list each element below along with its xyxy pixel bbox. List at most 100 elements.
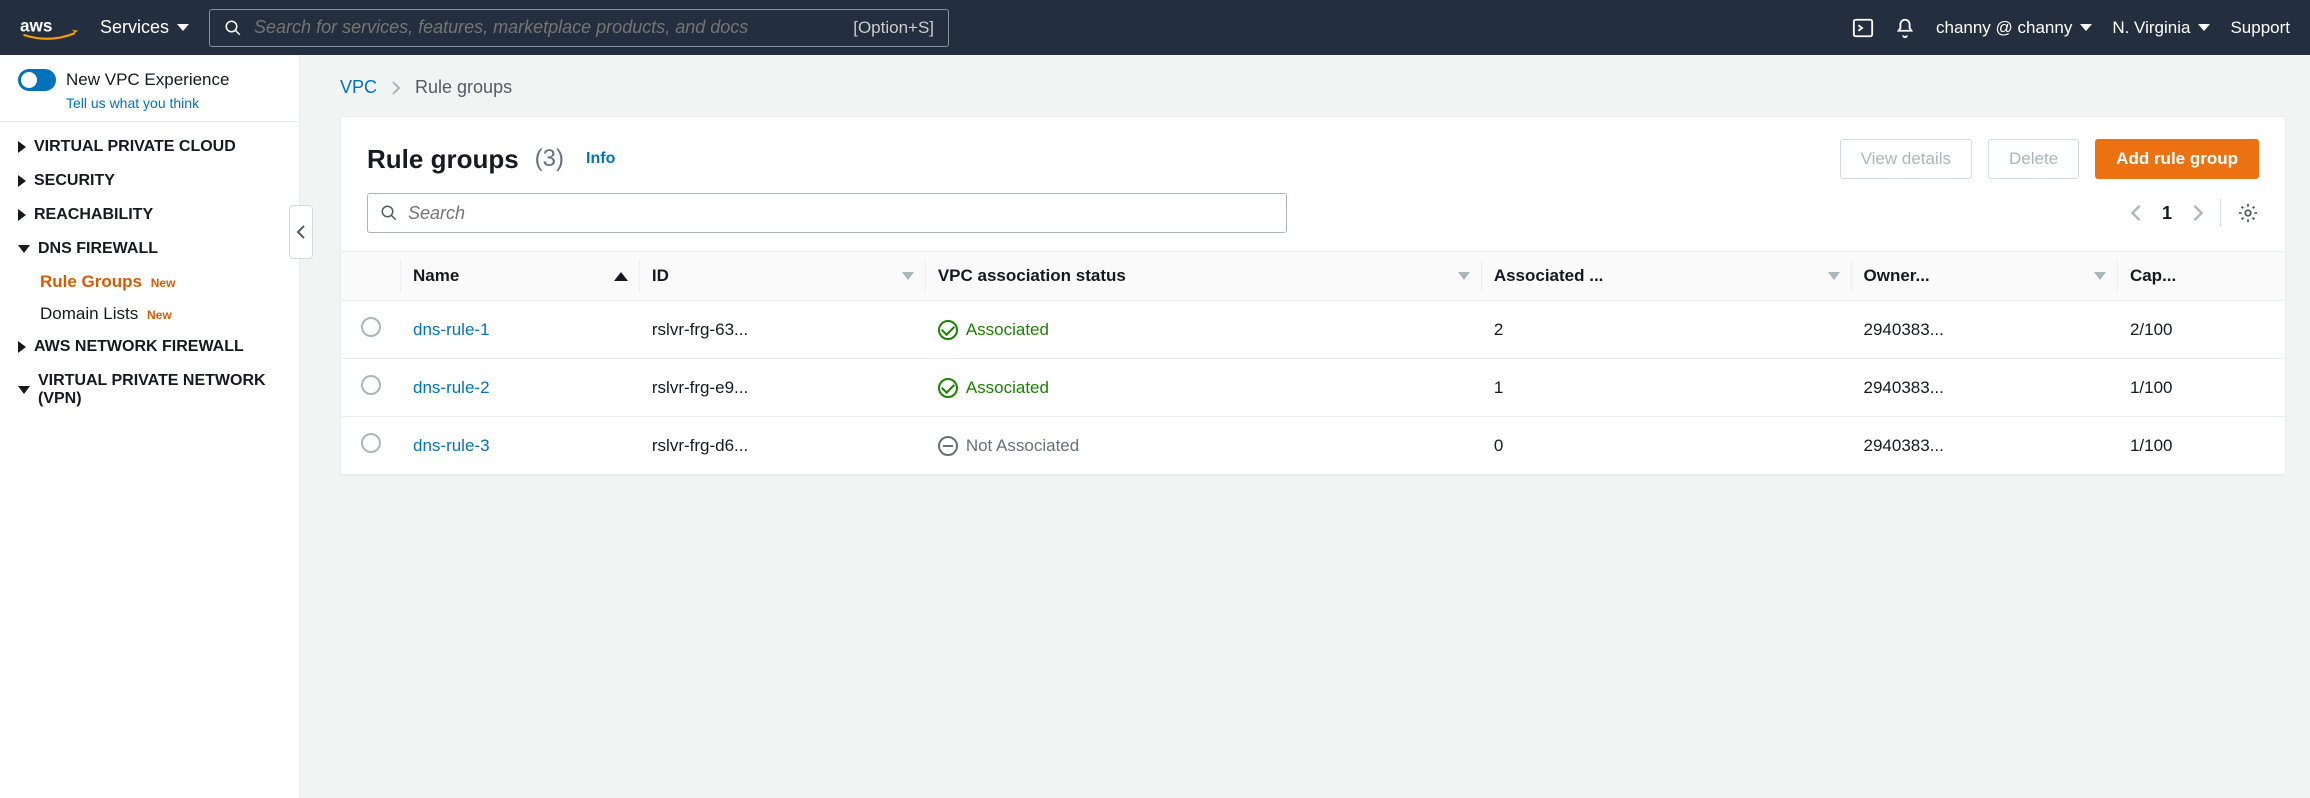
panel-count: (3) [535,145,564,173]
caret-right-icon [18,209,26,221]
gear-icon[interactable] [2237,202,2259,224]
rule-groups-table: Name ID VPC association status Associate… [341,251,2285,475]
table-search[interactable] [367,193,1287,233]
search-shortcut-hint: [Option+S] [853,18,934,38]
search-icon [224,19,242,37]
new-experience-toggle[interactable] [18,69,56,91]
sidebar-section-reachability[interactable]: REACHABILITY [14,198,285,232]
new-experience-label: New VPC Experience [66,70,229,90]
breadcrumb-current: Rule groups [415,77,512,98]
sidebar-item-domain-lists[interactable]: Domain Lists New [14,298,285,330]
caret-down-icon [18,386,30,394]
panel-title: Rule groups [367,144,519,175]
sidebar-section-dns-firewall[interactable]: DNS FIREWALL [14,232,285,266]
region-menu[interactable]: N. Virginia [2112,18,2210,38]
rule-group-name-link[interactable]: dns-rule-3 [413,436,490,455]
col-name[interactable]: Name [401,252,640,301]
associated-count: 1 [1482,359,1852,417]
cloudshell-icon[interactable] [1852,17,1874,39]
support-link[interactable]: Support [2230,18,2290,38]
new-badge: New [147,308,172,322]
capacity: 1/100 [2118,359,2285,417]
vpc-association-status: Associated [938,378,1470,398]
capacity: 2/100 [2118,301,2285,359]
sort-asc-icon [614,272,628,281]
services-menu[interactable]: Services [100,17,189,38]
caret-right-icon [18,141,26,153]
filter-icon [902,272,914,280]
capacity: 1/100 [2118,417,2285,475]
status-ok-icon [938,378,958,398]
table-row: dns-rule-2 rslvr-frg-e9... Associated 12940… [341,359,2285,417]
new-badge: New [151,276,176,290]
col-id[interactable]: ID [640,252,926,301]
svg-text:aws: aws [20,16,52,35]
rule-group-name-link[interactable]: dns-rule-2 [413,378,490,397]
sidebar-collapse-handle[interactable] [289,205,313,259]
table-search-input[interactable] [408,203,1274,224]
region-label: N. Virginia [2112,18,2190,38]
chevron-right-icon [391,81,401,95]
col-select [341,252,401,301]
filter-icon [1458,272,1470,280]
owner-id: 2940383... [1852,417,2118,475]
aws-logo[interactable]: aws [20,16,80,40]
associated-count: 2 [1482,301,1852,359]
col-associated[interactable]: Associated ... [1482,252,1852,301]
pager: 1 [2130,203,2204,224]
top-nav: aws Services [Option+S] channy @ channy … [0,0,2310,55]
pager-prev-icon[interactable] [2130,204,2142,222]
global-search[interactable]: [Option+S] [209,9,949,47]
view-details-button[interactable]: View details [1840,139,1972,179]
owner-id: 2940383... [1852,359,2118,417]
sidebar-item-rule-groups[interactable]: Rule Groups New [14,266,285,298]
col-vpc-status[interactable]: VPC association status [926,252,1482,301]
caret-down-icon [177,24,189,31]
services-label: Services [100,17,169,38]
add-rule-group-button[interactable]: Add rule group [2095,139,2259,179]
info-link[interactable]: Info [586,150,615,168]
caret-down-icon [2198,24,2210,31]
divider [2220,199,2221,227]
support-label: Support [2230,18,2290,38]
rule-group-id: rslvr-frg-63... [640,301,926,359]
rule-group-name-link[interactable]: dns-rule-1 [413,320,490,339]
filter-icon [2094,272,2106,280]
table-row: dns-rule-1rslvr-frg-63...Associated22940… [341,301,2285,359]
status-ok-icon [938,320,958,340]
rule-group-id: rslvr-frg-e9... [640,359,926,417]
sidebar-section-network-firewall[interactable]: AWS NETWORK FIREWALL [14,330,285,364]
panel-header: Rule groups (3) Info View details Delete… [341,117,2285,193]
pager-next-icon[interactable] [2192,204,2204,222]
row-select-radio[interactable] [361,317,381,337]
sidebar-section-security[interactable]: SECURITY [14,164,285,198]
account-menu[interactable]: channy @ channy [1936,18,2092,38]
col-cap[interactable]: Cap... [2118,252,2285,301]
status-none-icon [938,436,958,456]
sidebar-section-vpc[interactable]: VIRTUAL PRIVATE CLOUD [14,130,285,164]
row-select-radio[interactable] [361,375,381,395]
global-search-input[interactable] [254,17,841,38]
sidebar-section-vpn[interactable]: VIRTUAL PRIVATE NETWORK (VPN) [14,364,285,416]
table-row: dns-rule-3rslvr-frg-d6...Not Associated0… [341,417,2285,475]
breadcrumb-root[interactable]: VPC [340,77,377,98]
associated-count: 0 [1482,417,1852,475]
breadcrumb: VPC Rule groups [300,77,2310,116]
pager-current: 1 [2162,203,2172,224]
panel-toolbar: 1 [341,193,2285,251]
row-select-radio[interactable] [361,433,381,453]
bell-icon[interactable] [1894,17,1916,39]
vpc-association-status: Associated [938,320,1470,340]
chevron-left-icon [296,225,306,239]
caret-down-icon [18,245,30,253]
delete-button[interactable]: Delete [1988,139,2079,179]
content-area: VPC Rule groups Rule groups (3) Info Vie… [300,55,2310,798]
search-icon [380,204,398,222]
caret-down-icon [2080,24,2092,31]
sidebar: New VPC Experience Tell us what you thin… [0,55,300,798]
rule-groups-panel: Rule groups (3) Info View details Delete… [340,116,2286,476]
caret-right-icon [18,175,26,187]
filter-icon [1828,272,1840,280]
feedback-link[interactable]: Tell us what you think [66,95,281,111]
col-owner[interactable]: Owner... [1852,252,2118,301]
